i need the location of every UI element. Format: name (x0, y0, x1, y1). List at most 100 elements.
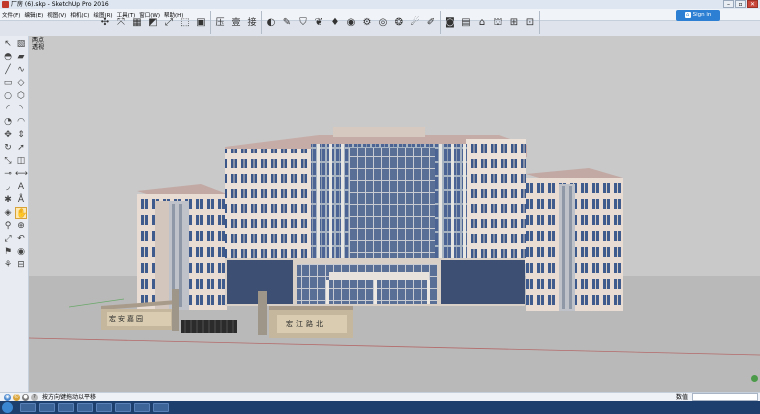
rotated-rectangle-icon[interactable]: ◇ (15, 77, 27, 89)
look-around-icon[interactable]: ◉ (15, 246, 27, 258)
plugin-gear-icon[interactable]: ⚙ (361, 17, 373, 29)
main-toolbar: ✣ ⤧ ▦ ◩ ⤢ ⬚ ▣ 压 壹 接 ◐ ✎ ⛉ ❦ ♦ ◉ ⚙ ◎ ❂ ☄ … (96, 9, 540, 36)
dimension-icon[interactable]: ⟷ (15, 168, 28, 180)
protractor-icon[interactable]: ◞ (2, 181, 14, 193)
push-pull-icon[interactable]: ⇕ (15, 129, 27, 141)
plugin-shield-icon[interactable]: ⛉ (297, 17, 309, 29)
rotate-icon[interactable]: ↻ (2, 142, 14, 154)
select-arrow-icon[interactable]: ↖ (2, 38, 14, 50)
xray-icon[interactable]: ◩ (147, 17, 159, 29)
toolbar-group-view: ✣ ⤧ ▦ ◩ ⤢ ⬚ ▣ (96, 11, 211, 34)
credits-icon[interactable]: © (13, 394, 20, 401)
scale-icon[interactable]: ⤡ (2, 155, 14, 167)
taskbar-app-7[interactable] (134, 403, 150, 412)
3d-text-icon[interactable]: Å (15, 194, 27, 206)
previous-view-icon[interactable]: ↶ (15, 233, 27, 245)
walk-icon[interactable]: ⚘ (2, 259, 14, 271)
plugin-dot-icon[interactable]: ◐ (265, 17, 277, 29)
text-tool-button-2[interactable]: 壹 (230, 17, 242, 29)
plugin-pen-icon[interactable]: ✎ (281, 17, 293, 29)
zoom-icon[interactable]: ⚲ (2, 220, 14, 232)
layout-icon[interactable]: ⊡ (524, 17, 536, 29)
start-button[interactable] (2, 402, 13, 413)
follow-me-icon[interactable]: ➚ (15, 142, 27, 154)
minimize-button[interactable]: – (723, 0, 734, 8)
close-button[interactable]: ✕ (747, 0, 758, 8)
text-icon[interactable]: A (15, 181, 27, 193)
position-camera-icon[interactable]: ⚑ (2, 246, 14, 258)
axis-origin-icon (751, 375, 758, 382)
tape-measure-icon[interactable]: ⊸ (2, 168, 14, 180)
solid-icon[interactable]: ▣ (195, 17, 207, 29)
taskbar-app-3[interactable] (58, 403, 74, 412)
eraser-icon[interactable]: ▰ (15, 51, 27, 63)
share-model-icon[interactable]: ⊞ (508, 17, 520, 29)
menu-edit[interactable]: 编辑(E) (24, 11, 43, 19)
taskbar-app-6[interactable] (115, 403, 131, 412)
plugin-leaf-icon[interactable]: ❦ (313, 17, 325, 29)
taskbar-app-8[interactable] (153, 403, 169, 412)
text-tool-button-3[interactable]: 接 (246, 17, 258, 29)
move-icon[interactable]: ✥ (2, 129, 14, 141)
move-arrows-icon[interactable]: ✣ (99, 17, 111, 29)
menu-view[interactable]: 视图(V) (47, 11, 66, 19)
zoom-extents-icon[interactable]: ⤧ (115, 17, 127, 29)
plugin-circle-icon[interactable]: ◉ (345, 17, 357, 29)
make-component-icon[interactable]: ▧ (15, 38, 27, 50)
pie-icon[interactable]: ◔ (2, 116, 14, 128)
measurements-input[interactable] (692, 393, 758, 401)
pan-icon[interactable]: ✋ (15, 207, 27, 219)
window-controls: – ▫ ✕ (723, 0, 758, 9)
plugin-brush-icon[interactable]: ✐ (425, 17, 437, 29)
status-message: 按方向键拖动以平移 (42, 394, 97, 401)
plugin-flame-icon[interactable]: ☄ (409, 17, 421, 29)
warehouse-barrel-icon[interactable]: ◙ (444, 17, 456, 29)
toolbar-group-warehouse: ◙ ▤ ⌂ ⛫ ⊞ ⊡ (441, 11, 540, 34)
plugin-drop-icon[interactable]: ♦ (329, 17, 341, 29)
sketchup-logo-icon (2, 1, 9, 8)
home-icon[interactable]: ⌂ (476, 17, 488, 29)
gate-sign-right: 宏江路北 (286, 320, 326, 328)
paint-bucket-icon[interactable]: ◓ (2, 51, 14, 63)
line-icon[interactable]: ╱ (2, 64, 14, 76)
component-icon[interactable]: ⬚ (179, 17, 191, 29)
three-point-arc-icon[interactable]: ◠ (15, 116, 27, 128)
freehand-icon[interactable]: ∿ (15, 64, 27, 76)
circle-icon[interactable]: ○ (2, 90, 14, 102)
measurements-label: 数值 (676, 394, 689, 401)
orbit-icon[interactable]: ◈ (2, 207, 14, 219)
plugin-target-icon[interactable]: ◎ (377, 17, 389, 29)
user-icon: ⌂ (684, 11, 691, 18)
polygon-icon[interactable]: ⬡ (15, 90, 27, 102)
offset-icon[interactable]: ◫ (15, 155, 27, 167)
maximize-button[interactable]: ▫ (735, 0, 746, 8)
building-model-render (29, 127, 760, 392)
extension-store-icon[interactable]: ⛫ (492, 17, 504, 29)
taskbar-app-4[interactable] (77, 403, 93, 412)
windows-taskbar (0, 401, 760, 414)
zoom-window-icon[interactable]: ⊕ (15, 220, 27, 232)
zoom-extents-tool-icon[interactable]: ⤢ (2, 233, 14, 245)
sign-in-button[interactable]: ⌂ Sign in (676, 10, 720, 21)
taskbar-app-2[interactable] (39, 403, 55, 412)
two-point-arc-icon[interactable]: ◝ (15, 103, 27, 115)
geo-location-icon[interactable]: ◉ (4, 394, 11, 401)
user-status-icon[interactable]: ● (22, 394, 29, 401)
plugin-swirl-icon[interactable]: ❂ (393, 17, 405, 29)
text-tool-button-1[interactable]: 压 (214, 17, 226, 29)
help-icon[interactable]: ? (31, 394, 38, 401)
axes-icon[interactable]: ✱ (2, 194, 14, 206)
expand-icon[interactable]: ⤢ (163, 17, 175, 29)
section-plane-icon[interactable]: ▦ (131, 17, 143, 29)
gate-sign-left: 宏安嘉园 (109, 315, 145, 323)
taskbar-app-1[interactable] (20, 403, 36, 412)
model-viewport[interactable]: 两点 透视 宏安嘉园 宏江路北 (29, 36, 760, 392)
warehouse-book-icon[interactable]: ▤ (460, 17, 472, 29)
toolbar-group-plugins: ◐ ✎ ⛉ ❦ ♦ ◉ ⚙ ◎ ❂ ☄ ✐ (262, 11, 441, 34)
taskbar-app-5[interactable] (96, 403, 112, 412)
menu-camera[interactable]: 相机(C) (70, 11, 89, 19)
rectangle-icon[interactable]: ▭ (2, 77, 14, 89)
arc-icon[interactable]: ◜ (2, 103, 14, 115)
menu-file[interactable]: 文件(F) (2, 11, 20, 19)
section-plane-tool-icon[interactable]: ⊟ (15, 259, 27, 271)
